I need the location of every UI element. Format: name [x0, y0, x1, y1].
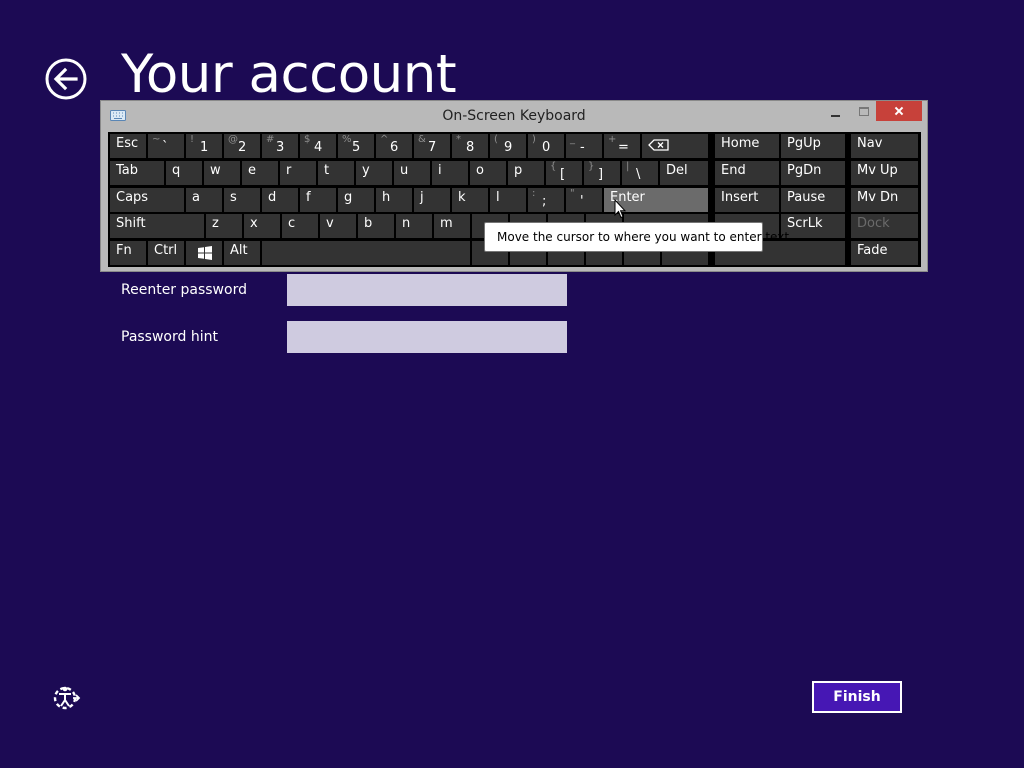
ease-of-access-icon[interactable]: [51, 683, 81, 713]
key-d[interactable]: d: [262, 188, 298, 212]
key-7[interactable]: & 7: [414, 134, 450, 158]
key-backtick[interactable]: ~ `: [148, 134, 184, 158]
key-s[interactable]: s: [224, 188, 260, 212]
key-q[interactable]: q: [166, 161, 202, 185]
backspace-icon: [648, 139, 669, 151]
key-b[interactable]: b: [358, 214, 394, 238]
maximize-button[interactable]: [851, 101, 877, 123]
key-5[interactable]: % 5: [338, 134, 374, 158]
key-end[interactable]: End: [715, 161, 779, 185]
key-9[interactable]: (9: [490, 134, 526, 158]
key-w[interactable]: w: [204, 161, 240, 185]
key-quote[interactable]: " ': [566, 188, 602, 212]
key-0[interactable]: ) 0: [528, 134, 564, 158]
key-space[interactable]: [262, 241, 470, 265]
key-6[interactable]: ^ 6: [376, 134, 412, 158]
key-ctrl[interactable]: Ctrl: [148, 241, 184, 265]
page-title: Your account: [121, 44, 457, 105]
key-pgup[interactable]: PgUp: [781, 134, 845, 158]
tooltip: Move the cursor to where you want to ent…: [484, 222, 793, 252]
key-l[interactable]: l: [490, 188, 526, 212]
key-a[interactable]: a: [186, 188, 222, 212]
key-1[interactable]: ! 1: [186, 134, 222, 158]
key-c[interactable]: c: [282, 214, 318, 238]
key-x[interactable]: x: [244, 214, 280, 238]
key-insert[interactable]: Insert: [715, 188, 779, 212]
key-2[interactable]: @2: [224, 134, 260, 158]
key-alt[interactable]: Alt: [224, 241, 260, 265]
key-equal[interactable]: + =: [604, 134, 640, 158]
key-mv-dn[interactable]: Mv Dn: [851, 188, 918, 212]
key-esc[interactable]: Esc: [110, 134, 146, 158]
password-hint-label: Password hint: [121, 329, 218, 345]
key-backspace[interactable]: [642, 134, 708, 158]
key-4[interactable]: $4: [300, 134, 336, 158]
key-fn[interactable]: Fn: [110, 241, 146, 265]
windows-logo-icon: [198, 246, 212, 260]
key-8[interactable]: * 8: [452, 134, 488, 158]
finish-button[interactable]: Finish: [812, 681, 902, 713]
key-rbracket[interactable]: }]: [584, 161, 620, 185]
minimize-button[interactable]: [823, 101, 849, 123]
back-arrow-icon[interactable]: [45, 58, 87, 100]
key-i[interactable]: i: [432, 161, 468, 185]
mouse-cursor-icon: [614, 199, 626, 219]
key-mv-up[interactable]: Mv Up: [851, 161, 918, 185]
reenter-password-input[interactable]: [287, 274, 567, 306]
key-o[interactable]: o: [470, 161, 506, 185]
key-h[interactable]: h: [376, 188, 412, 212]
key-n[interactable]: n: [396, 214, 432, 238]
key-windows[interactable]: [186, 241, 222, 265]
key-pause[interactable]: Pause: [781, 188, 845, 212]
key-lbracket[interactable]: {[: [546, 161, 582, 185]
password-hint-input[interactable]: [287, 321, 567, 353]
key-del[interactable]: Del: [660, 161, 708, 185]
key-fade[interactable]: Fade: [851, 241, 918, 265]
key-pgdn[interactable]: PgDn: [781, 161, 845, 185]
key-g[interactable]: g: [338, 188, 374, 212]
osk-title-bar[interactable]: On-Screen Keyboard: [101, 101, 927, 131]
key-t[interactable]: t: [318, 161, 354, 185]
key-f[interactable]: f: [300, 188, 336, 212]
key-u[interactable]: u: [394, 161, 430, 185]
reenter-password-label: Reenter password: [121, 282, 247, 298]
key-e[interactable]: e: [242, 161, 278, 185]
key-z[interactable]: z: [206, 214, 242, 238]
key-tab[interactable]: Tab: [110, 161, 164, 185]
key-r[interactable]: r: [280, 161, 316, 185]
key-v[interactable]: v: [320, 214, 356, 238]
key-j[interactable]: j: [414, 188, 450, 212]
key-dock[interactable]: Dock: [851, 214, 918, 238]
key-shift-left[interactable]: Shift: [110, 214, 204, 238]
key-backslash[interactable]: | \: [622, 161, 658, 185]
key-minus[interactable]: _ -: [566, 134, 602, 158]
close-button[interactable]: [876, 101, 922, 121]
key-nav[interactable]: Nav: [851, 134, 918, 158]
key-m[interactable]: m: [434, 214, 470, 238]
key-home[interactable]: Home: [715, 134, 779, 158]
key-semicolon[interactable]: :;: [528, 188, 564, 212]
key-3[interactable]: #3: [262, 134, 298, 158]
key-k[interactable]: k: [452, 188, 488, 212]
key-caps[interactable]: Caps: [110, 188, 184, 212]
osk-title: On-Screen Keyboard: [442, 108, 586, 124]
key-p[interactable]: p: [508, 161, 544, 185]
key-y[interactable]: y: [356, 161, 392, 185]
